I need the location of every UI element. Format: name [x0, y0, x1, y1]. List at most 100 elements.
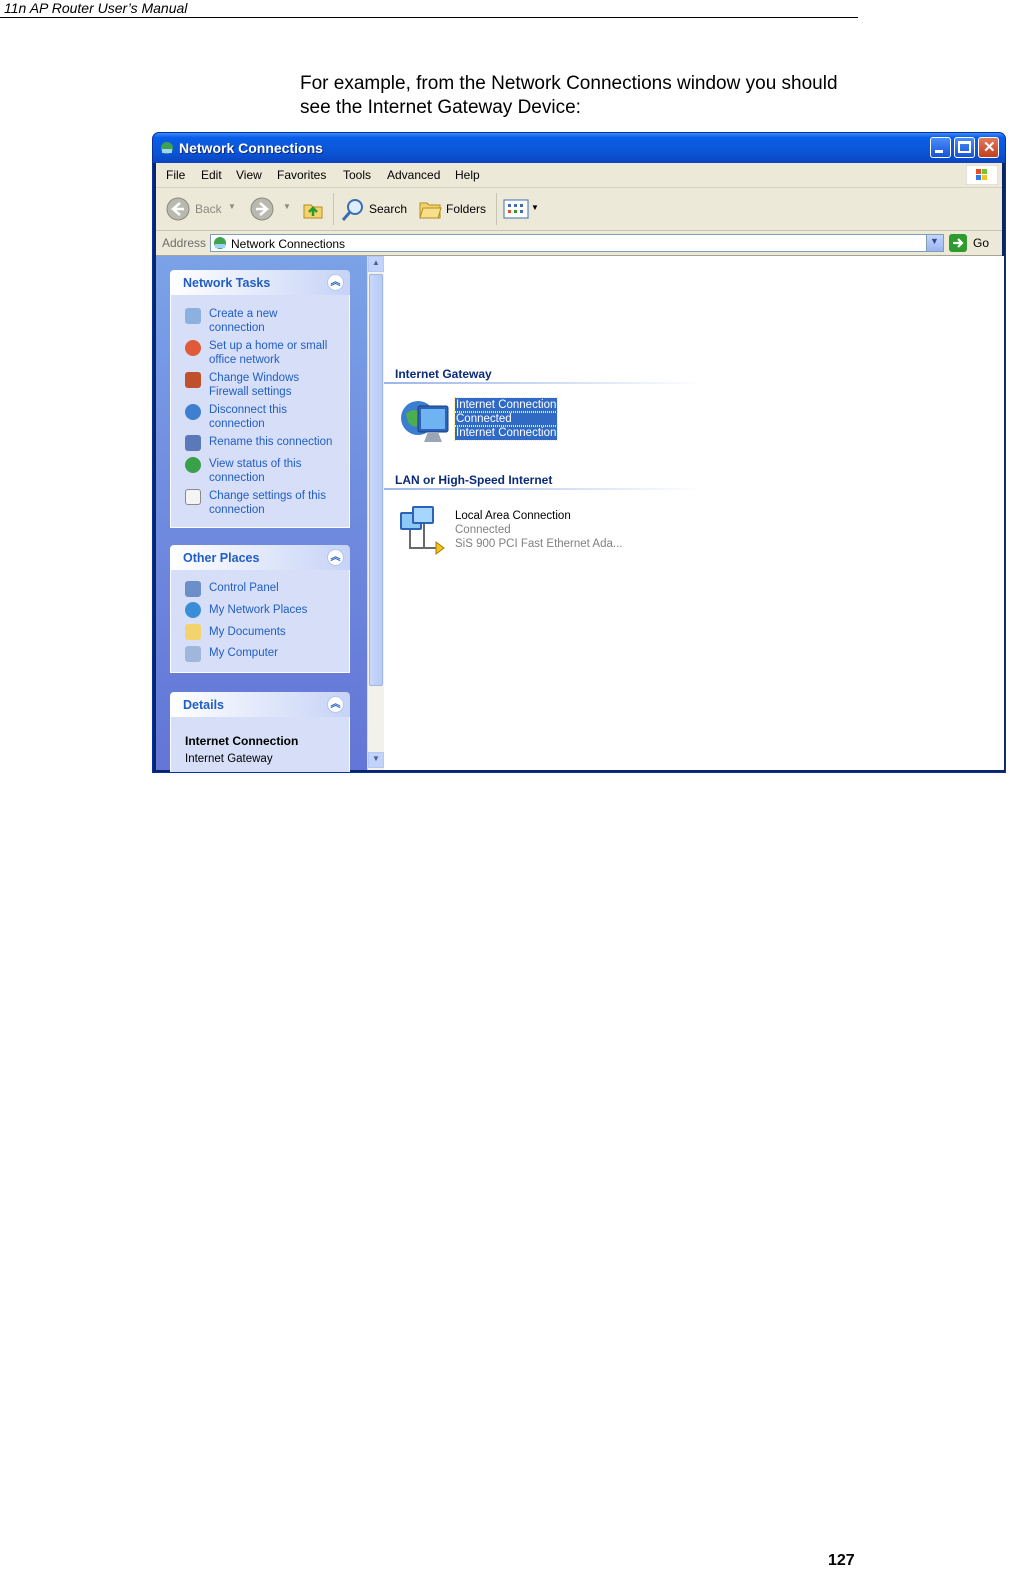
control-panel-icon — [185, 581, 201, 597]
header-rule — [0, 17, 858, 18]
back-arrow-icon[interactable] — [166, 197, 190, 221]
explorer-content: Network Tasks ︽ Create a new connection … — [156, 256, 1004, 772]
back-dropdown-icon[interactable]: ▼ — [228, 202, 236, 211]
disconnect-icon — [185, 404, 201, 420]
intro-line-2: see the Internet Gateway Device: — [300, 97, 581, 118]
menu-tools[interactable]: Tools — [343, 168, 371, 182]
intro-paragraph: For example, from the Network Connection… — [300, 72, 870, 120]
task-setup-home-network[interactable]: Set up a home or small office network — [209, 339, 327, 367]
rename-icon — [185, 435, 201, 451]
group-lan-title: LAN or High-Speed Internet — [395, 473, 553, 487]
address-dropdown-button[interactable]: ▼ — [926, 235, 943, 251]
other-places-header[interactable]: Other Places ︽ — [170, 545, 350, 570]
page-number: 127 — [828, 1552, 855, 1569]
menu-favorites[interactable]: Favorites — [277, 168, 326, 182]
network-tasks-title: Network Tasks — [183, 276, 271, 290]
minimize-button[interactable] — [930, 137, 951, 158]
chevron-up-icon: ▲ — [372, 258, 380, 267]
forward-dropdown-icon[interactable]: ▼ — [283, 202, 291, 211]
task-line: View status of this — [209, 458, 302, 470]
task-line: Firewall settings — [209, 386, 292, 398]
network-tasks-header[interactable]: Network Tasks ︽ — [170, 270, 350, 295]
menu-bar: File Edit View Favorites Tools Advanced … — [156, 163, 1002, 188]
menu-help[interactable]: Help — [455, 168, 480, 182]
task-line: connection — [209, 322, 265, 334]
views-icon[interactable] — [503, 199, 529, 219]
close-button[interactable]: ✕ — [978, 137, 999, 158]
lan-connection-icon — [400, 506, 445, 555]
scroll-down-button[interactable]: ▼ — [368, 752, 384, 768]
menu-edit[interactable]: Edit — [201, 168, 222, 182]
local-area-connection-name: Local Area Connection — [455, 510, 571, 522]
details-type: Internet Gateway — [185, 753, 273, 765]
maximize-button[interactable] — [954, 137, 975, 158]
group-divider — [384, 382, 704, 384]
local-area-connection-device: SiS 900 PCI Fast Ethernet Ada... — [455, 538, 623, 550]
task-rename[interactable]: Rename this connection — [209, 435, 332, 449]
task-create-new-connection[interactable]: Create a new connection — [209, 307, 277, 335]
task-change-firewall[interactable]: Change Windows Firewall settings — [209, 371, 299, 399]
task-line: connection — [209, 418, 265, 430]
address-bar: Address Network Connections ▼ Go — [156, 231, 1002, 256]
menu-advanced[interactable]: Advanced — [387, 168, 440, 182]
forward-arrow-icon[interactable] — [250, 197, 274, 221]
toolbar: Back ▼ ▼ Search Folders ▼ — [156, 188, 1002, 231]
internet-connection-item[interactable]: Internet Connection Connected Internet C… — [398, 396, 568, 452]
back-button[interactable]: Back — [195, 202, 222, 216]
folders-button[interactable]: Folders — [446, 202, 486, 216]
internet-gateway-icon — [401, 401, 449, 442]
task-pane: Network Tasks ︽ Create a new connection … — [156, 256, 369, 772]
network-tasks-panel: Network Tasks ︽ Create a new connection … — [170, 270, 350, 528]
task-pane-scrollbar[interactable]: ▲ ▼ — [367, 256, 384, 770]
network-tasks-body: Create a new connection Set up a home or… — [170, 295, 350, 528]
task-change-settings[interactable]: Change settings of this connection — [209, 489, 326, 517]
scroll-up-button[interactable]: ▲ — [368, 256, 384, 272]
go-label: Go — [973, 236, 990, 250]
other-places-body: Control Panel My Network Places My Docum… — [170, 570, 350, 673]
view-status-icon — [185, 457, 201, 473]
task-line: office network — [209, 354, 280, 366]
task-line: Change Windows — [209, 372, 300, 384]
search-button[interactable]: Search — [369, 202, 407, 216]
task-line: Set up a home or small — [209, 340, 328, 352]
place-control-panel[interactable]: Control Panel — [209, 581, 279, 595]
collapse-icon[interactable]: ︽ — [327, 274, 344, 291]
place-my-network-places[interactable]: My Network Places — [209, 603, 307, 617]
internet-connection-status: Connected — [453, 411, 559, 427]
collapse-icon[interactable]: ︽ — [327, 549, 344, 566]
computer-icon — [185, 646, 201, 662]
windows-logo-icon — [966, 165, 998, 185]
place-my-documents[interactable]: My Documents — [209, 625, 286, 639]
network-connections-window: Network Connections ✕ File Edit View Fav… — [152, 132, 1006, 773]
search-icon[interactable] — [340, 197, 366, 223]
internet-connection-device: Internet Connection — [453, 425, 559, 441]
collapse-icon[interactable]: ︽ — [327, 696, 344, 713]
local-area-connection-item[interactable]: Local Area Connection Connected SiS 900 … — [398, 504, 638, 560]
details-panel: Details ︽ Internet Connection Internet G… — [170, 692, 350, 772]
scroll-thumb[interactable] — [369, 274, 383, 686]
views-dropdown-icon[interactable]: ▼ — [531, 203, 539, 212]
documents-folder-icon — [185, 624, 201, 640]
task-view-status[interactable]: View status of this connection — [209, 457, 301, 485]
go-button[interactable]: Go — [949, 233, 997, 253]
details-header[interactable]: Details ︽ — [170, 692, 350, 717]
task-disconnect[interactable]: Disconnect this connection — [209, 403, 287, 431]
network-places-icon — [185, 602, 201, 618]
folders-icon[interactable] — [418, 198, 442, 220]
intro-line-1: For example, from the Network Connection… — [300, 73, 838, 94]
task-line: Create a new — [209, 308, 278, 320]
settings-page-icon — [185, 489, 201, 505]
close-icon: ✕ — [983, 139, 996, 156]
address-field[interactable]: Network Connections ▼ — [210, 234, 944, 252]
task-line: Disconnect this — [209, 404, 287, 416]
other-places-panel: Other Places ︽ Control Panel My Network … — [170, 545, 350, 673]
up-folder-icon[interactable] — [301, 197, 325, 221]
address-value: Network Connections — [231, 237, 346, 251]
menu-view[interactable]: View — [236, 168, 262, 182]
details-name: Internet Connection — [185, 734, 299, 748]
place-my-computer[interactable]: My Computer — [209, 646, 278, 660]
menu-file[interactable]: File — [166, 168, 185, 182]
title-bar[interactable]: Network Connections ✕ — [153, 133, 1005, 163]
running-header: 11n AP Router User’s Manual — [4, 0, 188, 16]
window-title: Network Connections — [179, 140, 323, 156]
